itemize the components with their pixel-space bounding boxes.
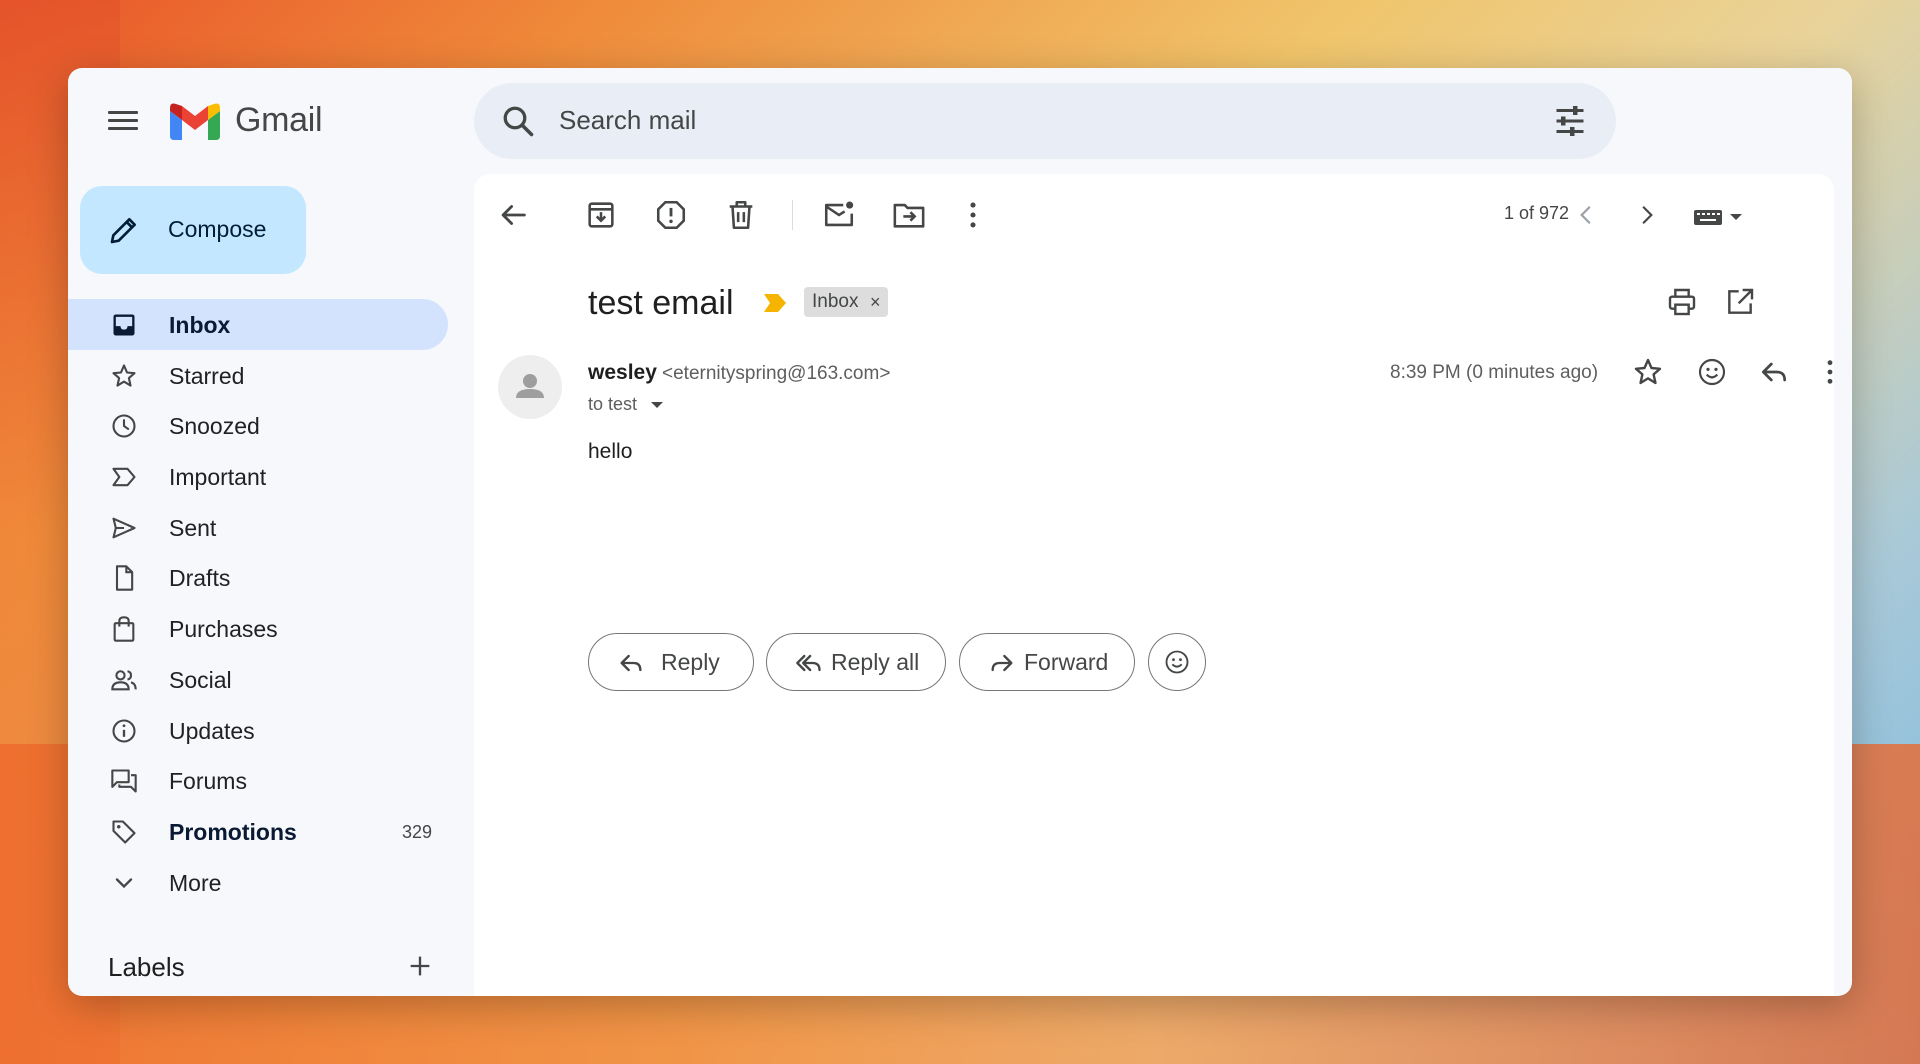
sidebar-item-more[interactable]: More bbox=[68, 857, 448, 908]
important-marker-icon[interactable] bbox=[764, 294, 786, 312]
people-icon bbox=[111, 670, 137, 691]
sidebar-nav: Inbox Starred Snoozed Important Sent Dra… bbox=[68, 299, 448, 907]
reply-icon[interactable] bbox=[1758, 356, 1790, 388]
send-icon bbox=[112, 517, 136, 539]
forum-icon bbox=[111, 769, 137, 793]
search-bar[interactable] bbox=[474, 83, 1616, 159]
archive-icon[interactable] bbox=[584, 198, 618, 232]
gmail-window: Gmail Compose Inbox bbox=[68, 68, 1852, 996]
emoji-reaction-icon[interactable] bbox=[1696, 356, 1728, 388]
gmail-logo-icon bbox=[170, 103, 220, 140]
compose-label: Compose bbox=[168, 216, 267, 242]
sidebar-item-label: Sent bbox=[169, 514, 217, 541]
sender-email: <eternityspring@163.com> bbox=[662, 363, 891, 384]
reply-all-label: Reply all bbox=[831, 649, 920, 675]
sidebar-item-social[interactable]: Social bbox=[68, 654, 448, 705]
search-icon[interactable] bbox=[500, 103, 536, 139]
sender-name[interactable]: wesley bbox=[588, 361, 657, 385]
tag-icon bbox=[112, 820, 136, 844]
main-menu-button[interactable] bbox=[108, 108, 138, 132]
chevron-left-icon[interactable] bbox=[1573, 202, 1599, 228]
sidebar-item-label: Important bbox=[169, 464, 267, 491]
add-label-icon[interactable] bbox=[406, 952, 434, 980]
pencil-icon bbox=[110, 218, 136, 244]
toolbar-divider bbox=[792, 200, 793, 230]
label-chip-inbox: Inbox × bbox=[804, 287, 889, 317]
reply-all-button[interactable]: Reply all bbox=[766, 633, 946, 691]
forward-label: Forward bbox=[1024, 649, 1109, 675]
email-subject: test email bbox=[588, 284, 734, 322]
chevron-down-icon bbox=[115, 877, 133, 888]
reply-all-icon bbox=[796, 654, 821, 672]
open-in-new-window-icon[interactable] bbox=[1724, 286, 1756, 318]
inbox-icon bbox=[113, 314, 135, 336]
delete-icon[interactable] bbox=[724, 198, 758, 232]
recipient-text: to test bbox=[588, 394, 638, 414]
sidebar-item-label: Social bbox=[169, 666, 232, 693]
message-more-vert-icon[interactable] bbox=[1814, 356, 1846, 388]
reply-label: Reply bbox=[661, 649, 720, 675]
print-icon[interactable] bbox=[1666, 286, 1698, 318]
sidebar-item-important[interactable]: Important bbox=[68, 451, 448, 502]
remove-label-button[interactable]: × bbox=[870, 287, 881, 317]
mark-unread-icon[interactable] bbox=[822, 198, 856, 232]
clock-icon bbox=[112, 414, 136, 438]
draft-icon bbox=[115, 565, 134, 592]
recipient-details-toggle[interactable]: to test bbox=[588, 394, 664, 415]
person-icon bbox=[516, 374, 544, 398]
pagination-text: 1 of 972 bbox=[1504, 203, 1570, 223]
sidebar-item-purchases[interactable]: Purchases bbox=[68, 603, 448, 654]
sidebar-item-promotions[interactable]: Promotions 329 bbox=[68, 806, 448, 857]
labels-heading: Labels bbox=[108, 952, 185, 982]
reply-button[interactable]: Reply bbox=[588, 633, 754, 691]
info-icon bbox=[112, 718, 136, 743]
compose-button[interactable]: Compose bbox=[80, 186, 306, 274]
search-input[interactable] bbox=[559, 105, 1459, 136]
star-icon[interactable] bbox=[1632, 356, 1664, 388]
more-vert-icon[interactable] bbox=[956, 198, 990, 232]
emoji-react-button[interactable] bbox=[1148, 633, 1206, 691]
caret-down-icon bbox=[651, 402, 664, 408]
sidebar-item-inbox[interactable]: Inbox bbox=[68, 299, 448, 350]
sidebar-item-sent[interactable]: Sent bbox=[68, 502, 448, 553]
star-icon bbox=[112, 364, 136, 387]
sidebar-item-label: More bbox=[169, 869, 222, 896]
search-options-icon[interactable] bbox=[1552, 103, 1588, 139]
forward-icon bbox=[991, 654, 1013, 672]
label-chip-text: Inbox bbox=[812, 291, 859, 312]
sidebar-item-updates[interactable]: Updates bbox=[68, 705, 448, 756]
sidebar-item-label: Snoozed bbox=[169, 413, 260, 440]
move-to-icon[interactable] bbox=[892, 198, 926, 232]
app-title: Gmail bbox=[235, 101, 323, 139]
sidebar-item-starred[interactable]: Starred bbox=[68, 350, 448, 401]
forward-button[interactable]: Forward bbox=[959, 633, 1135, 691]
sidebar-item-label: Forums bbox=[169, 768, 247, 795]
sidebar-item-label: Inbox bbox=[169, 312, 231, 338]
reply-icon bbox=[620, 654, 642, 672]
message-timestamp: 8:39 PM (0 minutes ago) bbox=[1390, 362, 1599, 383]
sidebar-item-label: Updates bbox=[169, 717, 255, 744]
sidebar-item-snoozed[interactable]: Snoozed bbox=[68, 400, 448, 451]
sidebar-item-drafts[interactable]: Drafts bbox=[68, 552, 448, 603]
sidebar-item-label: Purchases bbox=[169, 616, 278, 643]
shopping-bag-icon bbox=[113, 616, 135, 642]
message-view: 1 of 972 test email Inbox × wesley <eter… bbox=[474, 174, 1834, 996]
important-icon bbox=[112, 467, 136, 487]
smiley-icon bbox=[1165, 650, 1189, 674]
email-body: hello bbox=[588, 440, 633, 463]
avatar bbox=[498, 355, 562, 419]
sidebar-item-label: Promotions bbox=[169, 818, 297, 845]
chevron-right-icon[interactable] bbox=[1634, 202, 1660, 228]
sidebar-item-label: Starred bbox=[169, 362, 245, 389]
keyboard-input-icon[interactable] bbox=[1692, 204, 1746, 228]
unread-count: 329 bbox=[401, 821, 432, 842]
sidebar-item-forums[interactable]: Forums bbox=[68, 755, 448, 806]
sidebar-item-label: Drafts bbox=[169, 565, 231, 592]
report-spam-icon[interactable] bbox=[654, 198, 688, 232]
back-arrow-icon[interactable] bbox=[496, 198, 530, 232]
